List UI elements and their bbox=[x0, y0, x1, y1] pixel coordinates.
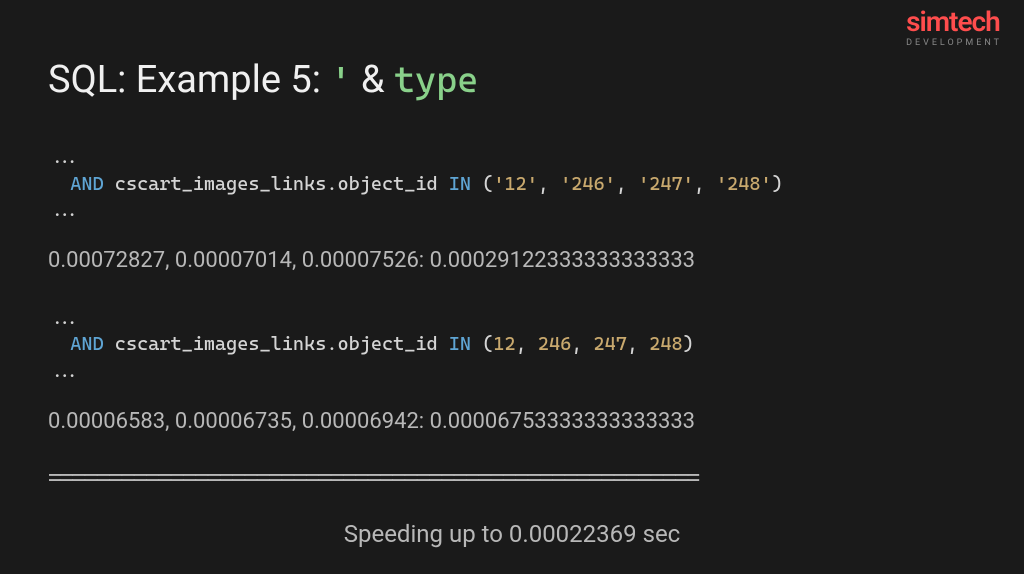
ellipsis: ... bbox=[48, 144, 976, 171]
comma: , bbox=[516, 333, 538, 355]
divider-line: ========================================… bbox=[48, 466, 976, 490]
paren-open: ( bbox=[471, 333, 493, 355]
string-literal: '246' bbox=[560, 173, 616, 195]
string-literal: '247' bbox=[638, 173, 694, 195]
comma: , bbox=[694, 173, 716, 195]
code-line: AND cscart_images_links.object_id IN (12… bbox=[48, 331, 976, 358]
comma: , bbox=[538, 173, 560, 195]
logo-main-text: simtech bbox=[906, 8, 1002, 36]
title-prefix: SQL: Example 5: bbox=[48, 58, 330, 102]
number-literal: 12 bbox=[493, 333, 515, 355]
comma: , bbox=[627, 333, 649, 355]
title-amp: & bbox=[351, 58, 394, 102]
number-literal: 248 bbox=[649, 333, 682, 355]
comma: , bbox=[571, 333, 593, 355]
slide-title: SQL: Example 5: ' & type bbox=[48, 58, 976, 102]
paren-open: ( bbox=[471, 173, 493, 195]
brand-logo: simtech DEVELOPMENT bbox=[906, 8, 1002, 48]
paren-close: ) bbox=[683, 333, 694, 355]
string-literal: '248' bbox=[716, 173, 772, 195]
summary-text: Speeding up to 0.00022369 sec bbox=[48, 520, 976, 548]
slide-content: SQL: Example 5: ' & type ... AND cscart_… bbox=[0, 0, 1024, 548]
comma: , bbox=[616, 173, 638, 195]
keyword-and: AND bbox=[70, 173, 103, 195]
code-line: AND cscart_images_links.object_id IN ('1… bbox=[48, 171, 976, 198]
number-literal: 247 bbox=[594, 333, 627, 355]
identifier: cscart_images_links.object_id bbox=[104, 173, 449, 195]
paren-close: ) bbox=[772, 173, 783, 195]
keyword-in: IN bbox=[449, 333, 471, 355]
identifier: cscart_images_links.object_id bbox=[104, 333, 449, 355]
keyword-and: AND bbox=[70, 333, 103, 355]
logo-sub-text: DEVELOPMENT bbox=[906, 38, 1002, 48]
timing-result-1: 0.00072827, 0.00007014, 0.00007526: 0.00… bbox=[48, 248, 976, 273]
code-block-strings: ... AND cscart_images_links.object_id IN… bbox=[48, 144, 976, 224]
code-block-ints: ... AND cscart_images_links.object_id IN… bbox=[48, 305, 976, 385]
ellipsis: ... bbox=[48, 197, 976, 224]
timing-result-2: 0.00006583, 0.00006735, 0.00006942: 0.00… bbox=[48, 409, 976, 434]
ellipsis: ... bbox=[48, 358, 976, 385]
ellipsis: ... bbox=[48, 305, 976, 332]
title-type: type bbox=[394, 60, 478, 101]
string-literal: '12' bbox=[493, 173, 538, 195]
number-literal: 246 bbox=[538, 333, 571, 355]
title-quote: ' bbox=[330, 60, 351, 101]
keyword-in: IN bbox=[449, 173, 471, 195]
